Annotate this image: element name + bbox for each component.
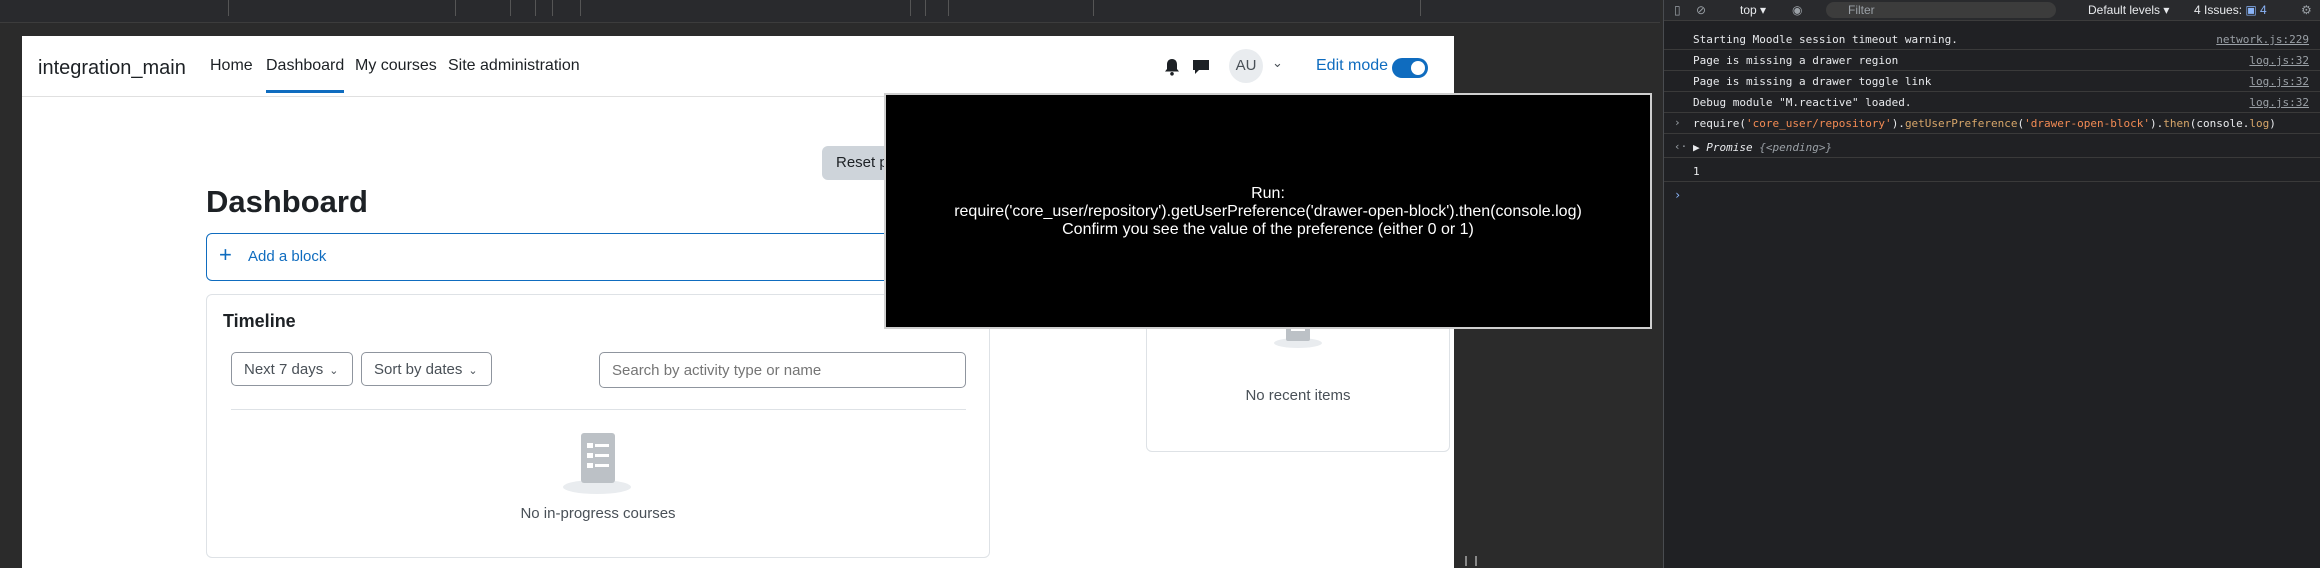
site-brand[interactable]: integration_main — [38, 57, 186, 80]
log-message: Page is missing a drawer region — [1693, 54, 1899, 67]
timeline-day-filter[interactable]: Next 7 days ⌄ — [231, 352, 353, 386]
cmd-part: ). — [1891, 117, 1905, 130]
devtools-panel: ▯ ⊘ top ▾ ◉ Filter Default levels ▾ 4 Is… — [1663, 0, 2320, 568]
chevron-down-icon: ⌄ — [468, 365, 478, 377]
timeline-title: Timeline — [223, 311, 296, 331]
timeline-sort[interactable]: Sort by dates ⌄ — [361, 352, 492, 386]
issues-label: 4 Issues: — [2194, 3, 2243, 17]
chevron-down-icon: ⌄ — [329, 365, 339, 377]
strip-tick — [925, 0, 926, 16]
page-title: Dashboard — [206, 184, 368, 219]
strip-tick — [535, 0, 536, 16]
edit-mode-label: Edit mode — [1316, 57, 1389, 74]
nav-dashboard[interactable]: Dashboard — [266, 57, 345, 93]
plus-icon: + — [219, 242, 232, 267]
resize-handle[interactable] — [1465, 556, 1477, 566]
log-source-link[interactable]: log.js:32 — [2249, 96, 2309, 109]
console-log-row: Page is missing a drawer toggle link log… — [1664, 70, 2320, 92]
devtools-toolbar: ▯ ⊘ top ▾ ◉ Filter Default levels ▾ 4 Is… — [1664, 0, 2320, 21]
log-source-link[interactable]: log.js:32 — [2249, 54, 2309, 67]
strip-tick — [910, 0, 911, 16]
cmd-part: require( — [1693, 117, 1746, 130]
console-prompt[interactable]: › — [1674, 188, 1681, 202]
eye-icon[interactable]: ◉ — [1792, 3, 1802, 17]
overlay-line-1: Run: — [1251, 185, 1285, 202]
console-result-row[interactable]: ‹· ▶ Promise {<pending>} — [1664, 136, 2320, 158]
chevron-right-icon: › — [1674, 116, 1681, 129]
strip-tick — [552, 0, 553, 16]
cmd-method: then — [2163, 117, 2190, 130]
sidebar-toggle-icon[interactable]: ▯ — [1674, 3, 1681, 17]
clear-console-icon[interactable]: ⊘ — [1696, 3, 1706, 17]
filter-placeholder: Filter — [1848, 3, 1875, 17]
command-text: require('core_user/repository').getUserP… — [1693, 117, 2276, 130]
timeline-block: Timeline Next 7 days ⌄ Sort by dates ⌄ No … — [206, 294, 990, 558]
log-levels-dropdown[interactable]: Default levels ▾ — [2088, 3, 2169, 17]
sort-label: Sort by dates — [374, 361, 463, 378]
browser-top-strip — [0, 0, 1660, 23]
messages-icon[interactable] — [1192, 58, 1210, 81]
log-message: Starting Moodle session timeout warning. — [1693, 33, 1958, 46]
edit-mode-toggle[interactable] — [1392, 58, 1428, 78]
strip-tick — [455, 0, 456, 16]
context-label: top — [1740, 3, 1757, 17]
gear-icon[interactable]: ⚙ — [2301, 3, 2312, 17]
cmd-string: 'drawer-open-block' — [2024, 117, 2150, 130]
timeline-search-input[interactable] — [599, 352, 966, 388]
context-selector[interactable]: top ▾ — [1740, 3, 1766, 17]
strip-tick — [580, 0, 581, 16]
user-avatar[interactable]: AU — [1229, 49, 1263, 83]
return-arrow-icon: ‹· — [1674, 140, 1688, 153]
nav-my-courses[interactable]: My courses — [355, 57, 437, 75]
cmd-string: 'core_user/repository' — [1745, 117, 1892, 130]
chevron-down-icon[interactable]: ⌄ — [1272, 55, 1283, 71]
promise-state: {<pending>} — [1759, 141, 1833, 154]
cmd-part: ) — [2269, 117, 2276, 130]
strip-tick — [510, 0, 511, 16]
promise-label: Promise — [1706, 141, 1753, 154]
strip-tick — [228, 0, 229, 16]
console-output-row: 1 — [1664, 160, 2320, 182]
timeline-empty-text: No in-progress courses — [520, 505, 676, 522]
cmd-part: ). — [2150, 117, 2164, 130]
add-block-label: Add a block — [248, 248, 327, 265]
log-message: Page is missing a drawer toggle link — [1693, 75, 1932, 88]
overlay-line-3: Confirm you see the value of the prefere… — [1062, 221, 1474, 238]
log-message: Debug module "M.reactive" loaded. — [1693, 96, 1912, 109]
toggle-knob — [1411, 61, 1425, 75]
log-source-link[interactable]: log.js:32 — [2249, 75, 2309, 88]
log-source-link[interactable]: network.js:229 — [2216, 33, 2309, 46]
issues-count: 4 — [2260, 3, 2267, 17]
overlay-line-2: require('core_user/repository').getUserP… — [954, 203, 1582, 220]
cmd-part: (console. — [2189, 117, 2250, 130]
top-navbar: integration_main Home Dashboard My cours… — [22, 36, 1454, 97]
divider — [231, 409, 966, 410]
console-log-row: Starting Moodle session timeout warning.… — [1664, 28, 2320, 50]
console-filter-input[interactable]: Filter — [1826, 2, 2056, 18]
instruction-overlay: Run: require('core_user/repository').get… — [884, 93, 1652, 329]
console-log-row: Page is missing a drawer region log.js:3… — [1664, 49, 2320, 71]
strip-tick — [1093, 0, 1094, 16]
nav-site-administration[interactable]: Site administration — [448, 57, 580, 75]
nav-home[interactable]: Home — [210, 57, 253, 75]
day-filter-label: Next 7 days — [244, 361, 324, 378]
empty-list-icon — [561, 433, 633, 500]
bell-icon[interactable] — [1164, 58, 1180, 81]
cmd-method: log — [2249, 117, 2270, 130]
levels-label: Default levels — [2088, 3, 2161, 17]
console-log-row: Debug module "M.reactive" loaded. log.js… — [1664, 91, 2320, 113]
issues-counter[interactable]: 4 Issues: ▣ 4 — [2194, 3, 2267, 17]
promise-text: ▶ Promise {<pending>} — [1693, 141, 1833, 154]
strip-tick — [948, 0, 949, 16]
issues-badge: ▣ 4 — [2245, 3, 2267, 17]
output-value: 1 — [1693, 165, 1700, 178]
strip-tick — [1420, 0, 1421, 16]
recent-empty-text: No recent items — [1245, 387, 1351, 404]
cmd-method: getUserPreference — [1904, 117, 2018, 130]
console-command-row: › require('core_user/repository').getUse… — [1664, 112, 2320, 134]
